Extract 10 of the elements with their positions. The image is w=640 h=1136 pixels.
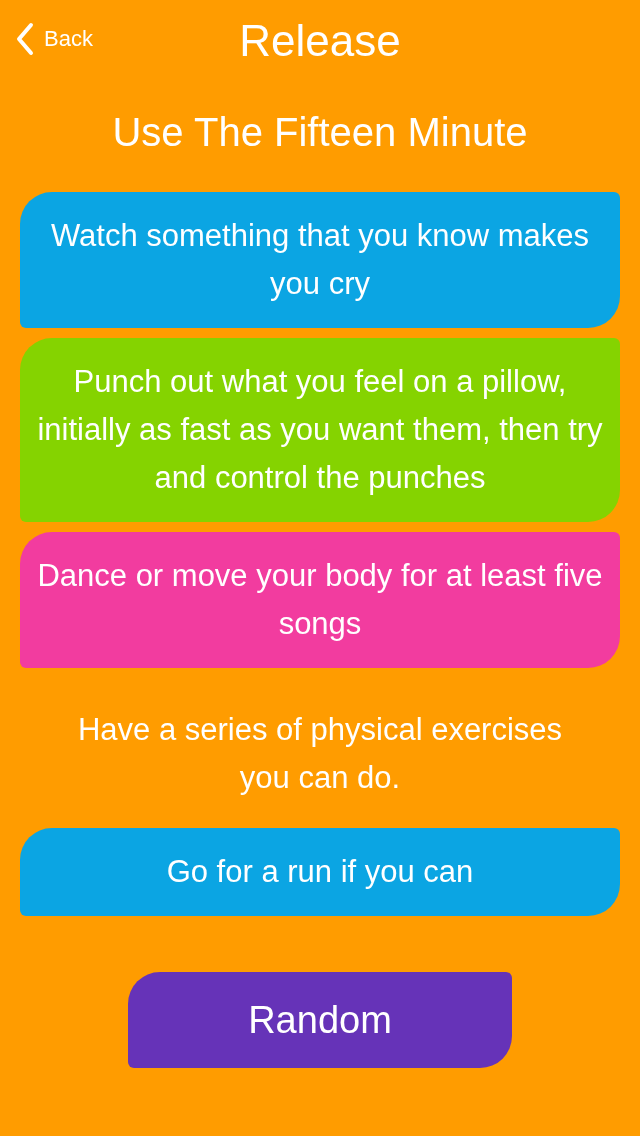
section-heading: Use The Fifteen Minute <box>111 109 529 156</box>
chevron-left-icon <box>16 22 34 56</box>
random-button[interactable]: Random <box>128 972 512 1068</box>
suggestion-card[interactable]: Punch out what you feel on a pillow, initially as fast as you want them, then try and control the punches <box>20 338 620 522</box>
screen-title: Release <box>239 16 401 66</box>
suggestion-card[interactable]: Watch something that you know makes you cry <box>20 192 620 328</box>
suggestion-card[interactable]: Dance or move your body for at least five songs <box>20 532 620 668</box>
suggestion-card[interactable]: Go for a run if you can <box>20 828 620 916</box>
back-button[interactable]: Back <box>16 22 93 56</box>
suggestion-text: Have a series of physical exercises you can do. <box>76 711 564 797</box>
